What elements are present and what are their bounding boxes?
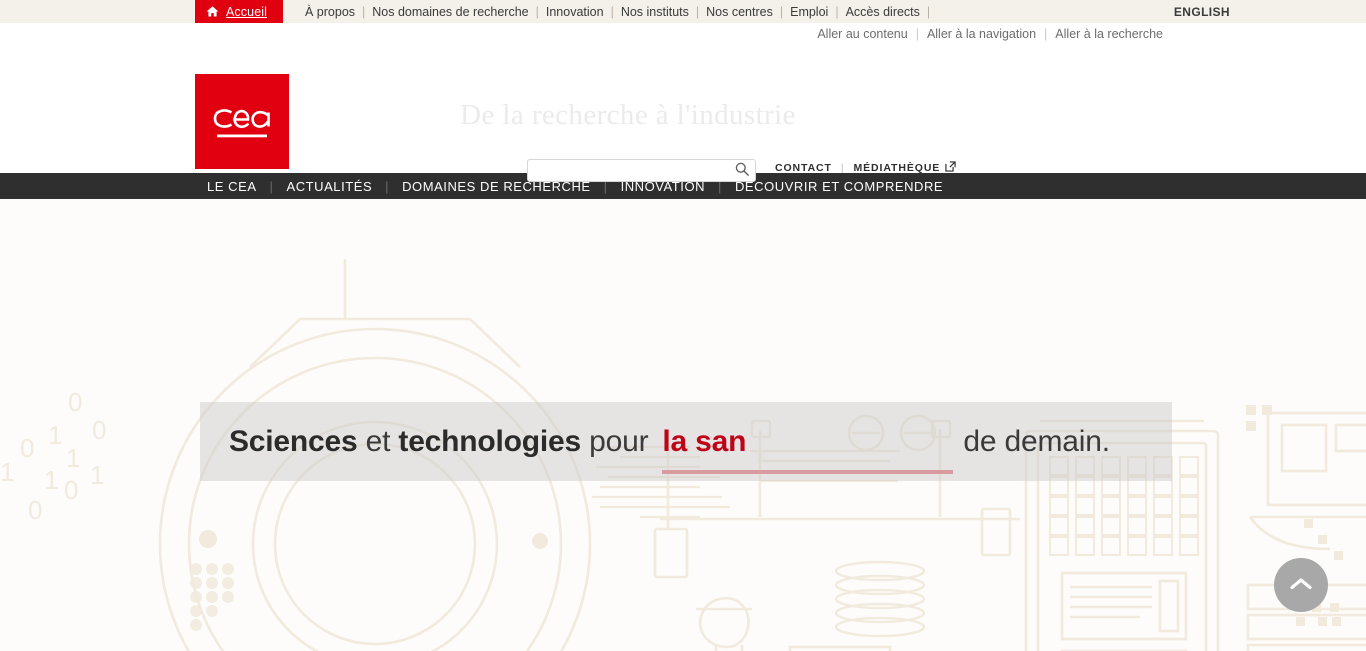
topnav-separator: |	[926, 4, 931, 19]
svg-text:0: 0	[28, 495, 42, 525]
top-utility-bar: Accueil À propos | Nos domaines de reche…	[0, 0, 1366, 23]
skip-link-navigation[interactable]: Aller à la navigation	[927, 27, 1036, 41]
language-switcher[interactable]: ENGLISH	[1174, 0, 1366, 23]
mainnav-item-le-cea[interactable]: LE CEA	[207, 179, 257, 194]
mainnav-separator: |	[385, 178, 390, 194]
topnav-separator: |	[362, 4, 366, 19]
svg-text:1: 1	[66, 443, 80, 473]
skip-link-separator: |	[915, 26, 919, 41]
language-switcher-label[interactable]: ENGLISH	[1174, 5, 1230, 19]
contact-link-label: CONTACT	[775, 162, 832, 174]
topnav-separator: |	[695, 4, 700, 19]
hero-typed-underline	[662, 469, 954, 474]
topnav-separator: |	[835, 4, 839, 19]
home-icon	[206, 6, 219, 17]
search-input[interactable]	[528, 160, 735, 181]
site-header: De la recherche à l'industrie CONTACT | …	[0, 44, 1366, 182]
topnav-separator: |	[610, 4, 614, 19]
site-tagline: De la recherche à l'industrie	[460, 99, 796, 131]
svg-text:0: 0	[20, 433, 34, 463]
svg-text:0: 0	[68, 387, 82, 417]
topnav-item-nos-centres[interactable]: Nos centres	[706, 5, 773, 19]
hero-typed-field: la san	[662, 424, 954, 474]
topnav-separator: |	[535, 4, 539, 19]
header-links: CONTACT | MÉDIATHÈQUE	[775, 161, 956, 175]
home-link[interactable]: Accueil	[195, 0, 283, 23]
hero-word-technologies: technologies	[398, 424, 582, 458]
topnav-item-acces-directs[interactable]: Accès directs	[846, 5, 920, 19]
hero-banner: 010 011 101 0 Sciences et technologies p…	[0, 199, 1366, 651]
topnav-separator: |	[779, 4, 784, 19]
hero-typed-word: la san	[662, 424, 747, 458]
topnav-item-nos-instituts[interactable]: Nos instituts	[621, 5, 689, 19]
chevron-up-icon	[1289, 576, 1313, 595]
svg-text:1: 1	[0, 457, 14, 487]
skip-link-separator: |	[1044, 26, 1048, 41]
mediatheque-link[interactable]: MÉDIATHÈQUE	[854, 161, 957, 175]
hero-word-et: et	[365, 424, 391, 458]
external-link-icon	[945, 161, 956, 175]
home-link-label: Accueil	[226, 4, 267, 19]
topnav-item-emploi[interactable]: Emploi	[790, 5, 828, 19]
top-nav: À propos | Nos domaines de recherche | I…	[283, 0, 937, 23]
skip-link-search[interactable]: Aller à la recherche	[1055, 27, 1163, 41]
svg-text:0: 0	[64, 475, 78, 505]
topnav-item-a-propos[interactable]: À propos	[305, 5, 355, 19]
header-links-separator: |	[840, 162, 845, 174]
search-form[interactable]	[527, 159, 756, 182]
mainnav-item-actualites[interactable]: ACTUALITÉS	[286, 179, 372, 194]
contact-link[interactable]: CONTACT	[775, 162, 832, 174]
skip-link-content[interactable]: Aller au contenu	[817, 27, 907, 41]
svg-text:0: 0	[92, 415, 106, 445]
hero-word-pour: pour	[589, 424, 649, 458]
hero-headline: Sciences et technologies pour la san de …	[229, 402, 1110, 481]
skip-links: Aller au contenu | Aller à la navigation…	[0, 23, 1366, 44]
search-submit-button[interactable]	[735, 162, 755, 179]
topbar-left-spacer	[0, 0, 195, 23]
mainnav-separator: |	[269, 178, 274, 194]
svg-text:1: 1	[44, 465, 58, 495]
mediatheque-link-label: MÉDIATHÈQUE	[853, 162, 941, 174]
svg-text:1: 1	[48, 420, 62, 450]
mainnav-item-decouvrir-et-comprendre[interactable]: DÉCOUVRIR ET COMPRENDRE	[735, 179, 943, 194]
topnav-item-innovation[interactable]: Innovation	[546, 5, 604, 19]
hero-word-sciences: Sciences	[229, 424, 358, 458]
svg-text:1: 1	[90, 460, 104, 490]
search-icon	[735, 162, 749, 179]
hero-tail-text: de demain.	[963, 424, 1110, 458]
topnav-item-nos-domaines-de-recherche[interactable]: Nos domaines de recherche	[372, 5, 528, 19]
scroll-to-top-button[interactable]	[1274, 558, 1328, 612]
